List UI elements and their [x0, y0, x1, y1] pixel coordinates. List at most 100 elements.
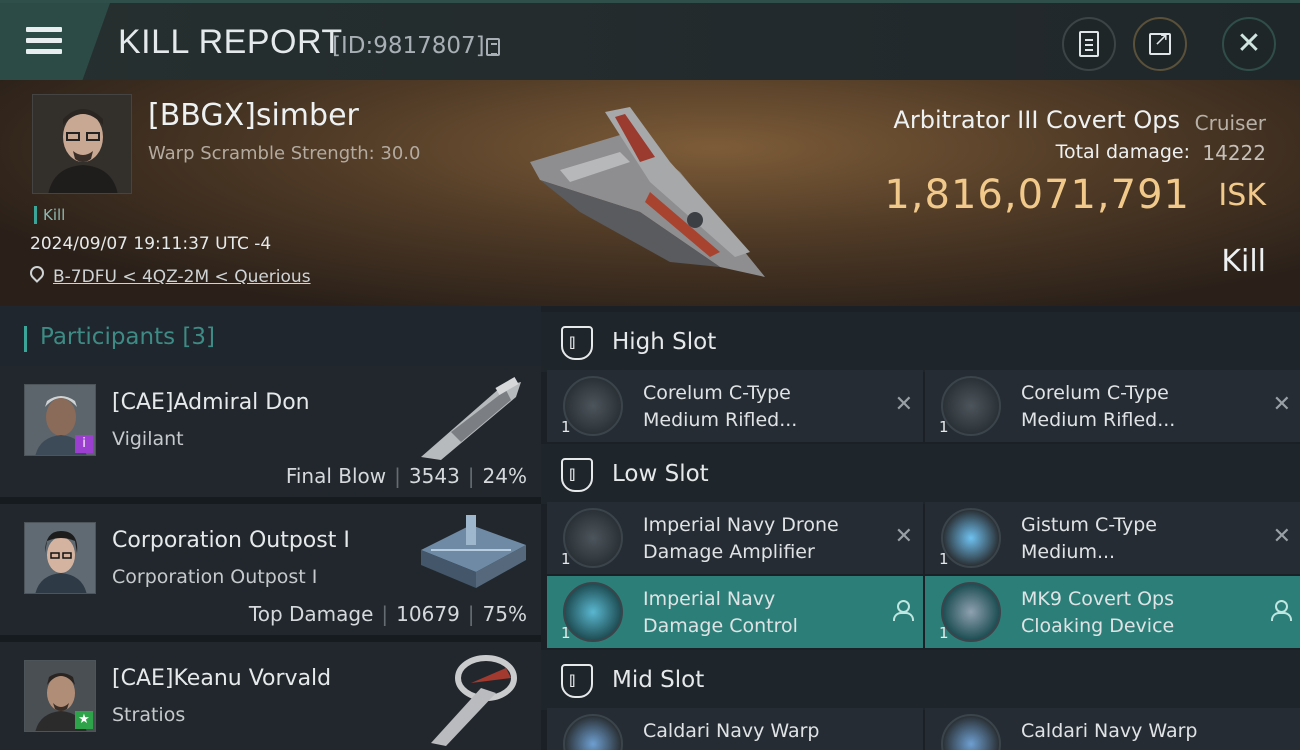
turret-icon	[563, 376, 623, 436]
module-name-line1: Imperial Navy Drone	[643, 514, 839, 536]
participant-ship: Corporation Outpost I	[112, 566, 318, 588]
module-name: Imperial Navy Drone Damage Amplifier	[643, 512, 883, 566]
participant-badge: ★	[75, 711, 93, 729]
participant-ship-image	[431, 655, 517, 746]
module-name-line1: Gistum C-Type	[1021, 514, 1157, 536]
participant-ship: Stratios	[112, 704, 186, 726]
module-card[interactable]: Caldari Navy Warp	[547, 708, 923, 750]
participant-name: [CAE]Keanu Vorvald	[112, 666, 332, 691]
module-qty: 1	[561, 624, 571, 642]
destroyed-icon: ✕	[1272, 524, 1291, 549]
isk-value: 1,816,071,791	[884, 172, 1190, 218]
cloaking-device-icon	[941, 582, 1001, 642]
low-slot-title: Low Slot	[612, 461, 709, 487]
low-slot-header: Low Slot	[541, 444, 1300, 504]
participants-title-text: Participants	[40, 324, 176, 350]
total-damage-label: Total damage:	[1055, 141, 1190, 163]
participant-role: Top Damage	[248, 602, 374, 626]
close-icon: ✕	[1236, 26, 1262, 61]
module-qty: 1	[561, 418, 571, 436]
warp-scrambler-icon	[563, 714, 623, 750]
participant-name: [CAE]Admiral Don	[112, 390, 310, 415]
module-card[interactable]: Caldari Navy Warp	[925, 708, 1300, 750]
module-qty: 1	[561, 550, 571, 568]
module-name-line2: Damage Amplifier	[643, 541, 815, 563]
page-title: KILL REPORT	[118, 23, 343, 61]
dropped-user-icon	[1271, 600, 1292, 621]
module-card[interactable]: 1 Imperial Navy Damage Control	[547, 576, 923, 648]
high-slot-header: High Slot	[541, 312, 1300, 372]
participant-stats: Final Blow | 3543 | 24%	[285, 464, 527, 488]
module-card[interactable]: 1 Corelum C-Type Medium Rifled... ✕	[925, 370, 1300, 442]
module-name-line2: Medium Rifled...	[1021, 409, 1176, 431]
module-name: Caldari Navy Warp	[643, 718, 883, 745]
participant-avatar[interactable]	[24, 522, 96, 594]
menu-button[interactable]	[0, 3, 110, 80]
module-name: Corelum C-Type Medium Rifled...	[643, 380, 883, 434]
participant-damage: 10679	[396, 602, 460, 626]
high-slot-title: High Slot	[612, 329, 717, 355]
participant-ship: Vigilant	[112, 428, 184, 450]
module-name-line1: Imperial Navy	[643, 588, 776, 610]
share-button[interactable]	[1133, 17, 1187, 71]
module-name: Imperial Navy Damage Control	[643, 586, 883, 640]
module-name-line2: Medium...	[1021, 541, 1116, 563]
warp-scramble-strength: Warp Scramble Strength: 30.0	[148, 143, 421, 164]
low-slot-icon	[561, 458, 593, 492]
module-name: Corelum C-Type Medium Rifled...	[1021, 380, 1261, 434]
drone-amplifier-icon	[563, 508, 623, 568]
module-qty: 1	[939, 550, 949, 568]
destroyed-icon: ✕	[894, 524, 913, 549]
clipboard-icon	[1079, 31, 1099, 57]
participant-damage: 3543	[408, 464, 460, 488]
module-card[interactable]: 1 Gistum C-Type Medium... ✕	[925, 502, 1300, 574]
hamburger-icon	[26, 27, 62, 55]
participant-row[interactable]: i [CAE]Admiral Don Vigilant Final Blow | 3…	[0, 366, 541, 500]
participants-title: Participants [3]	[40, 324, 215, 350]
victim-name[interactable]: [BBGX]simber	[148, 98, 359, 133]
module-qty: 1	[939, 418, 949, 436]
participant-percent: 24%	[482, 464, 527, 488]
participant-avatar[interactable]: i	[24, 384, 96, 456]
participant-ship-image	[421, 377, 521, 460]
participant-percent: 75%	[482, 602, 527, 626]
copy-icon[interactable]	[486, 38, 500, 56]
high-slot-icon	[561, 326, 593, 360]
mid-slot-header: Mid Slot	[541, 650, 1300, 710]
dropped-user-icon	[893, 600, 914, 621]
mid-slot-title: Mid Slot	[612, 667, 705, 693]
damage-control-icon	[563, 582, 623, 642]
report-id: [ID:9817807]	[332, 33, 485, 59]
module-name-line2: Medium Rifled...	[643, 409, 798, 431]
module-name: Gistum C-Type Medium...	[1021, 512, 1261, 566]
mid-slot-icon	[561, 664, 593, 698]
location-link[interactable]: B-7DFU < 4QZ-2M < Querious	[53, 267, 311, 287]
participant-row[interactable]: Corporation Outpost I Corporation Outpos…	[0, 504, 541, 638]
destroyed-icon: ✕	[894, 392, 913, 417]
result-label: Kill	[1221, 244, 1266, 279]
header-accent	[24, 326, 27, 352]
module-name-line2: Damage Control	[643, 615, 798, 637]
victim-avatar[interactable]	[32, 94, 132, 194]
kill-timestamp: 2024/09/07 19:11:37 UTC -4	[30, 234, 272, 254]
victim-ship-name[interactable]: Arbitrator III Covert Ops	[893, 106, 1180, 134]
magnetic-stabilizer-icon	[941, 508, 1001, 568]
victim-summary: [BBGX]simber Warp Scramble Strength: 30.…	[0, 80, 1300, 306]
fitting-panel: High Slot 1 Corelum C-Type Medium Rifled…	[541, 306, 1300, 750]
module-name: MK9 Covert Ops Cloaking Device	[1021, 586, 1261, 640]
close-button[interactable]: ✕	[1222, 17, 1276, 71]
module-name-line1: Caldari Navy Warp	[643, 720, 820, 742]
participant-avatar[interactable]: ★	[24, 660, 96, 732]
module-card[interactable]: 1 Imperial Navy Drone Damage Amplifier ✕	[547, 502, 923, 574]
clipboard-button[interactable]	[1062, 17, 1116, 71]
module-card[interactable]: 1 Corelum C-Type Medium Rifled... ✕	[547, 370, 923, 442]
victim-ship-image	[530, 107, 765, 277]
participants-count: [3]	[182, 324, 216, 350]
module-qty: 1	[939, 624, 949, 642]
warp-scrambler-icon	[941, 714, 1001, 750]
module-card[interactable]: 1 MK9 Covert Ops Cloaking Device	[925, 576, 1300, 648]
participant-row[interactable]: ★ [CAE]Keanu Vorvald Stratios	[0, 642, 541, 750]
module-name-line1: Corelum C-Type	[1021, 382, 1169, 404]
location-pin-icon	[27, 263, 47, 283]
module-name: Caldari Navy Warp	[1021, 718, 1261, 745]
